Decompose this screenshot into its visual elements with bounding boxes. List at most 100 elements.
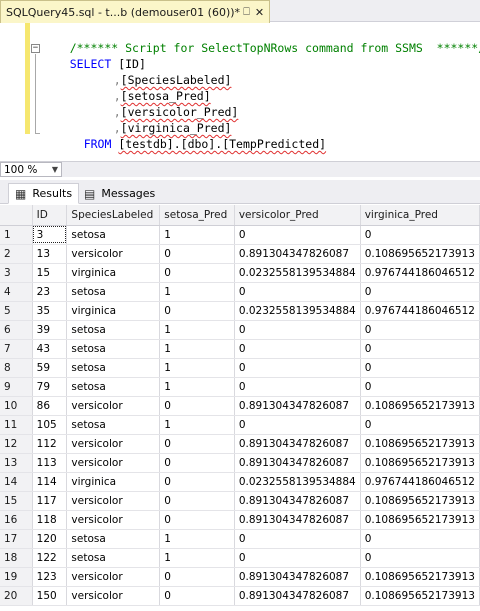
row-number[interactable]: 3 [0, 263, 33, 283]
cell-setosa-pred[interactable]: 0 [159, 491, 235, 511]
cell-setosa-pred[interactable]: 1 [159, 320, 235, 340]
cell-virginica-pred[interactable]: 0.976744186046512 [360, 472, 480, 492]
cell-setosa-pred[interactable]: 0 [159, 263, 235, 283]
cell-id[interactable]: 123 [32, 567, 68, 587]
cell-virginica-pred[interactable]: 0.976744186046512 [360, 301, 480, 321]
cell-species-labeled[interactable]: versicolor [66, 396, 161, 416]
cell-setosa-pred[interactable]: 1 [159, 377, 235, 397]
cell-species-labeled[interactable]: versicolor [66, 567, 161, 587]
cell-species-labeled[interactable]: virginica [66, 472, 161, 492]
cell-setosa-pred[interactable]: 0 [159, 453, 235, 473]
cell-species-labeled[interactable]: setosa [66, 415, 161, 435]
cell-setosa-pred[interactable]: 0 [159, 472, 235, 492]
cell-virginica-pred[interactable]: 0 [360, 377, 480, 397]
cell-versicolor-pred[interactable]: 0.891304347826087 [234, 510, 361, 530]
cell-versicolor-pred[interactable]: 0.891304347826087 [234, 491, 361, 511]
cell-versicolor-pred[interactable]: 0.891304347826087 [234, 586, 361, 606]
header-id[interactable]: ID [32, 205, 68, 226]
table-row[interactable]: 9 79 setosa 1 0 0 [0, 377, 480, 397]
table-row[interactable]: 2 13 versicolor 0 0.891304347826087 0.1086956… [0, 244, 480, 264]
chevron-down-icon[interactable]: ▼ [52, 165, 58, 174]
cell-setosa-pred[interactable]: 0 [159, 301, 235, 321]
query-tab[interactable]: SQLQuery45.sql - t...b (demouser01 (60))… [0, 0, 270, 23]
table-row[interactable]: 4 23 setosa 1 0 0 [0, 282, 480, 302]
cell-virginica-pred[interactable]: 0.108695652173913 [360, 434, 480, 454]
cell-species-labeled[interactable]: setosa [66, 320, 161, 340]
row-number[interactable]: 19 [0, 567, 33, 587]
zoom-select[interactable]: 100 % ▼ [0, 162, 62, 177]
row-number[interactable]: 17 [0, 529, 33, 549]
row-number[interactable]: 11 [0, 415, 33, 435]
table-row[interactable]: 6 39 setosa 1 0 0 [0, 320, 480, 340]
cell-setosa-pred[interactable]: 0 [159, 396, 235, 416]
table-row[interactable]: 13 113 versicolor 0 0.891304347826087 0.10869… [0, 453, 480, 473]
table-row[interactable]: 14 114 virginica 0 0.0232558139534884 0.97674… [0, 472, 480, 492]
cell-virginica-pred[interactable]: 0.108695652173913 [360, 567, 480, 587]
cell-virginica-pred[interactable]: 0 [360, 529, 480, 549]
cell-id[interactable]: 105 [32, 415, 68, 435]
table-row[interactable]: 7 43 setosa 1 0 0 [0, 339, 480, 359]
cell-species-labeled[interactable]: setosa [66, 529, 161, 549]
cell-virginica-pred[interactable]: 0 [360, 339, 480, 359]
table-row[interactable]: 16 118 versicolor 0 0.891304347826087 0.10869… [0, 510, 480, 530]
cell-versicolor-pred[interactable]: 0.0232558139534884 [234, 301, 361, 321]
cell-virginica-pred[interactable]: 0.108695652173913 [360, 396, 480, 416]
cell-id[interactable]: 43 [32, 339, 68, 359]
cell-versicolor-pred[interactable]: 0 [234, 377, 361, 397]
cell-id[interactable]: 112 [32, 434, 68, 454]
cell-id[interactable]: 122 [32, 548, 68, 568]
table-row[interactable]: 10 86 versicolor 0 0.891304347826087 0.108695… [0, 396, 480, 416]
table-row[interactable]: 20 150 versicolor 0 0.891304347826087 0.10869… [0, 586, 480, 606]
cell-id[interactable]: 113 [32, 453, 68, 473]
row-number[interactable]: 6 [0, 320, 33, 340]
cell-virginica-pred[interactable]: 0 [360, 415, 480, 435]
close-icon[interactable]: ✕ [253, 6, 266, 19]
cell-setosa-pred[interactable]: 0 [159, 586, 235, 606]
cell-id[interactable]: 59 [32, 358, 68, 378]
cell-virginica-pred[interactable]: 0 [360, 320, 480, 340]
cell-versicolor-pred[interactable]: 0 [234, 225, 361, 245]
cell-id[interactable]: 150 [32, 586, 68, 606]
cell-id[interactable]: 117 [32, 491, 68, 511]
cell-versicolor-pred[interactable]: 0 [234, 358, 361, 378]
header-virginica-pred[interactable]: virginica_Pred [360, 205, 480, 226]
cell-virginica-pred[interactable]: 0.108695652173913 [360, 244, 480, 264]
results-grid[interactable]: ID SpeciesLabeled setosa_Pred versicolor… [0, 205, 480, 611]
cell-species-labeled[interactable]: setosa [66, 282, 161, 302]
cell-virginica-pred[interactable]: 0.976744186046512 [360, 263, 480, 283]
cell-virginica-pred[interactable]: 0 [360, 548, 480, 568]
table-row[interactable]: 8 59 setosa 1 0 0 [0, 358, 480, 378]
cell-virginica-pred[interactable]: 0.108695652173913 [360, 453, 480, 473]
header-setosa-pred[interactable]: setosa_Pred [159, 205, 235, 226]
cell-species-labeled[interactable]: setosa [66, 377, 161, 397]
cell-virginica-pred[interactable]: 0 [360, 358, 480, 378]
table-row[interactable]: 12 112 versicolor 0 0.891304347826087 0.10869… [0, 434, 480, 454]
cell-versicolor-pred[interactable]: 0.891304347826087 [234, 396, 361, 416]
cell-setosa-pred[interactable]: 1 [159, 548, 235, 568]
cell-versicolor-pred[interactable]: 0 [234, 529, 361, 549]
row-number[interactable]: 8 [0, 358, 33, 378]
cell-species-labeled[interactable]: setosa [66, 225, 161, 245]
cell-versicolor-pred[interactable]: 0.0232558139534884 [234, 472, 361, 492]
row-number[interactable]: 9 [0, 377, 33, 397]
table-row[interactable]: 3 15 virginica 0 0.0232558139534884 0.9767441… [0, 263, 480, 283]
table-row[interactable]: 1 3 setosa 1 0 0 [0, 225, 480, 245]
row-number[interactable]: 4 [0, 282, 33, 302]
header-versicolor-pred[interactable]: versicolor_Pred [234, 205, 361, 226]
cell-virginica-pred[interactable]: 0 [360, 225, 480, 245]
cell-setosa-pred[interactable]: 1 [159, 282, 235, 302]
cell-species-labeled[interactable]: versicolor [66, 244, 161, 264]
cell-versicolor-pred[interactable]: 0.891304347826087 [234, 567, 361, 587]
row-number[interactable]: 15 [0, 491, 33, 511]
cell-species-labeled[interactable]: setosa [66, 358, 161, 378]
cell-versicolor-pred[interactable]: 0 [234, 415, 361, 435]
cell-setosa-pred[interactable]: 1 [159, 529, 235, 549]
cell-id[interactable]: 114 [32, 472, 68, 492]
cell-id[interactable]: 79 [32, 377, 68, 397]
row-number[interactable]: 14 [0, 472, 33, 492]
cell-setosa-pred[interactable]: 0 [159, 244, 235, 264]
row-number[interactable]: 5 [0, 301, 33, 321]
cell-id[interactable]: 13 [32, 244, 68, 264]
cell-id[interactable]: 118 [32, 510, 68, 530]
cell-setosa-pred[interactable]: 1 [159, 225, 235, 245]
